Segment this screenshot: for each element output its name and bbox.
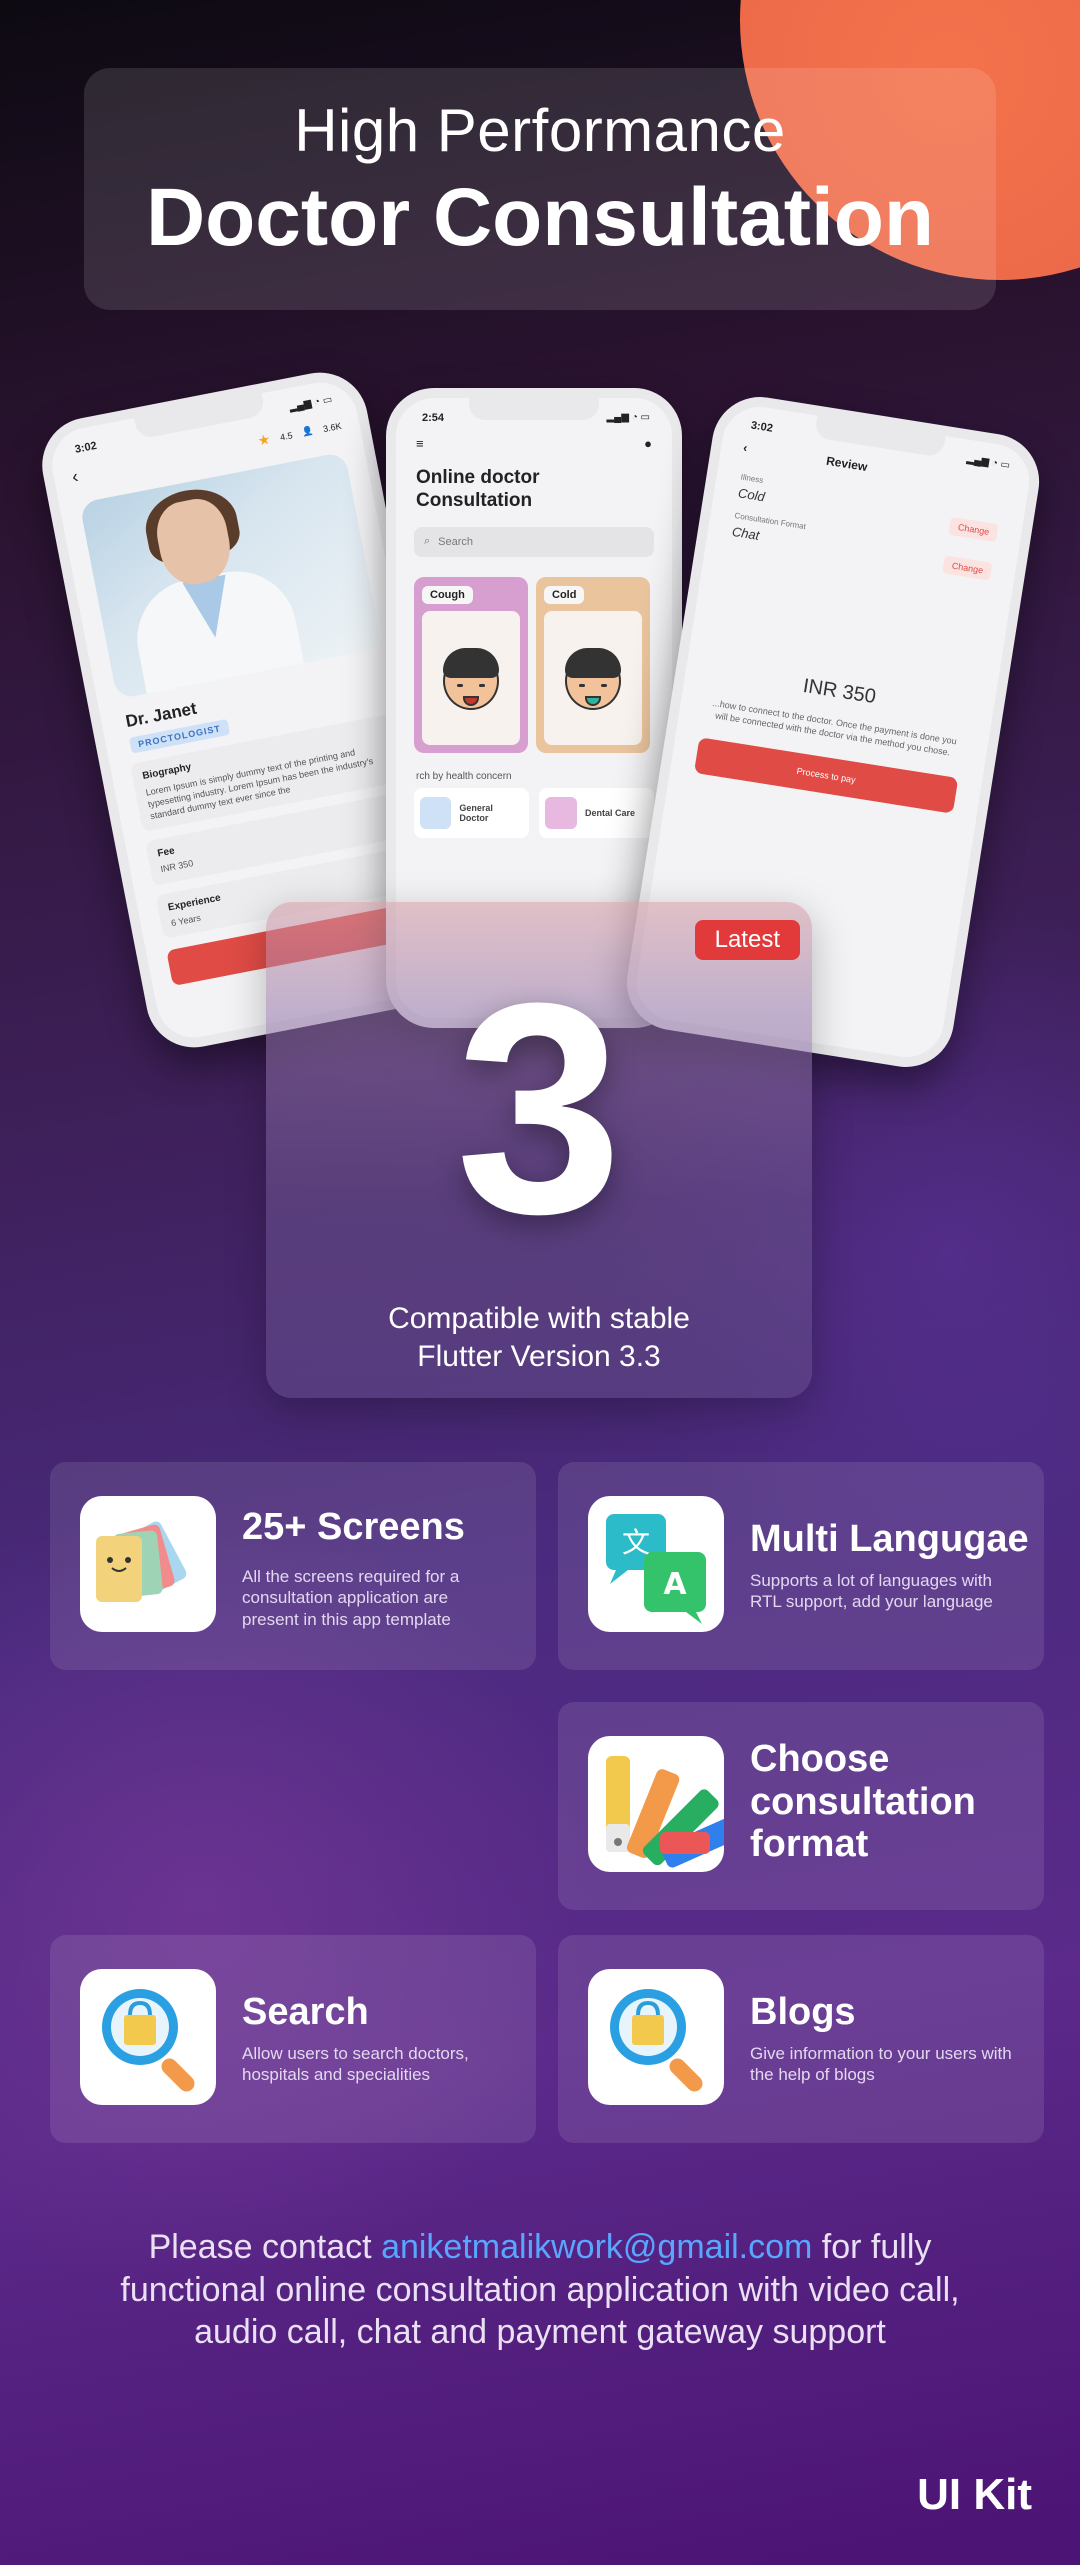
contact-before: Please contact <box>148 2228 382 2266</box>
search-icon <box>80 1969 216 2105</box>
experience-value: 6 Years <box>170 912 202 929</box>
star-icon: ★ <box>256 430 272 449</box>
menu-icon[interactable]: ≡ <box>416 436 424 451</box>
tooth-icon <box>545 796 577 829</box>
feature-desc: Supports a lot of languages with RTL sup… <box>750 1571 993 1612</box>
concern-list: General Doctor Dental Care <box>396 787 672 838</box>
symptom-illustration <box>422 610 520 745</box>
search-icon <box>588 1969 724 2105</box>
compat-text: Compatible with stable Flutter Version 3… <box>266 1300 812 1375</box>
profile-icon[interactable]: ● <box>644 436 652 451</box>
patient-count: 3.6K <box>322 420 343 434</box>
compat-line-1: Compatible with stable <box>388 1302 690 1335</box>
cold-face-icon <box>559 642 627 714</box>
concern-heading: rch by health concern <box>416 770 512 782</box>
feature-title: Choose consultation format <box>750 1738 976 1866</box>
feature-desc: All the screens required for a consultat… <box>242 1567 460 1629</box>
contact-email-link[interactable]: aniketmalikwork@gmail.com <box>381 2228 812 2266</box>
search-placeholder: Search <box>438 535 474 548</box>
feature-consultation-format: Choose consultation format <box>558 1702 1044 1910</box>
contact-text: Please contact aniketmalikwork@gmail.com… <box>90 2226 990 2354</box>
feature-desc: Give information to your users with the … <box>750 2044 1012 2085</box>
symptom-card-cold[interactable]: Cold <box>536 576 650 753</box>
promo-page: High Performance Doctor Consultation 3:0… <box>0 0 1080 2565</box>
concern-label: General Doctor <box>459 802 493 823</box>
face-eye <box>457 683 463 687</box>
symptom-card-cough[interactable]: Cough <box>414 576 528 753</box>
illness-value: Cold <box>737 484 766 504</box>
feature-title: Blogs <box>750 1991 856 2033</box>
svg-text:A: A <box>663 1567 687 1602</box>
face-hair <box>443 647 499 678</box>
feature-title: Search <box>242 1991 369 2033</box>
feature-screens: 25+ Screens All the screens required for… <box>50 1462 536 1670</box>
face-eye <box>479 683 485 687</box>
format-value: Chat <box>731 523 761 543</box>
hero-subtitle: High Performance <box>294 97 786 164</box>
change-format-button[interactable]: Change <box>942 555 993 581</box>
stethoscope-icon <box>420 796 452 829</box>
latest-badge: Latest <box>694 920 800 960</box>
rating-row: ★ 4.5 👤 3.6K <box>256 417 342 450</box>
feature-blogs: Blogs Give information to your users wit… <box>558 1935 1044 2143</box>
cough-face-icon <box>437 642 505 714</box>
version-card: Latest 3 Compatible with stable Flutter … <box>266 902 812 1398</box>
feature-title: 25+ Screens <box>242 1506 465 1548</box>
concern-label: Dental Care <box>585 807 636 818</box>
search-input[interactable]: ⌕ Search <box>414 526 654 557</box>
face-eye <box>601 683 607 687</box>
svg-text:文: 文 <box>622 1526 650 1559</box>
concern-card-dental[interactable]: Dental Care <box>539 787 654 838</box>
search-icon: ⌕ <box>424 535 431 548</box>
home-title: Online doctor Consultation <box>416 467 540 511</box>
translate-icon: 文 A <box>588 1496 724 1632</box>
hero-banner: High Performance Doctor Consultation <box>84 68 996 310</box>
home-header: ≡ ● <box>396 424 672 463</box>
hero-title: Doctor Consultation <box>145 172 935 263</box>
phone-notch <box>469 398 599 420</box>
symptom-illustration <box>544 610 642 745</box>
feature-search: Search Allow users to search doctors, ho… <box>50 1935 536 2143</box>
user-icon: 👤 <box>301 425 315 438</box>
back-icon[interactable]: ‹ <box>742 441 748 455</box>
review-title: Review <box>825 453 869 475</box>
back-icon[interactable]: ‹ <box>70 466 80 488</box>
symptom-label: Cold <box>544 585 585 604</box>
face-hair <box>565 647 621 678</box>
feature-desc: Allow users to search doctors, hospitals… <box>242 2044 469 2085</box>
feature-title: Multi Langugae <box>750 1518 1029 1560</box>
face-eye <box>579 683 585 687</box>
feature-multi-language: 文 A Multi Langugae Supports a lot of lan… <box>558 1462 1044 1670</box>
signal-icon: ▂▄▆ ◔ ▭ <box>606 412 650 423</box>
fee-value: INR 350 <box>159 858 195 875</box>
status-time: 2:54 <box>422 412 445 424</box>
symptom-list: Cough Cold <box>396 567 672 753</box>
rating-value: 4.5 <box>279 429 294 442</box>
version-number: 3 <box>455 940 623 1276</box>
palette-icon <box>588 1736 724 1872</box>
palette-graphic <box>606 1756 724 1868</box>
compat-line-2: Flutter Version 3.3 <box>417 1339 661 1373</box>
cards-graphic <box>96 1521 187 1602</box>
symptom-label: Cough <box>422 585 473 604</box>
cards-icon <box>80 1496 216 1632</box>
ui-kit-label: UI Kit <box>917 2470 1032 2519</box>
concern-card-general[interactable]: General Doctor <box>414 787 529 838</box>
translate-graphic: 文 A <box>606 1514 706 1624</box>
search-graphic <box>102 1989 195 2092</box>
blogs-graphic <box>610 1989 703 2092</box>
